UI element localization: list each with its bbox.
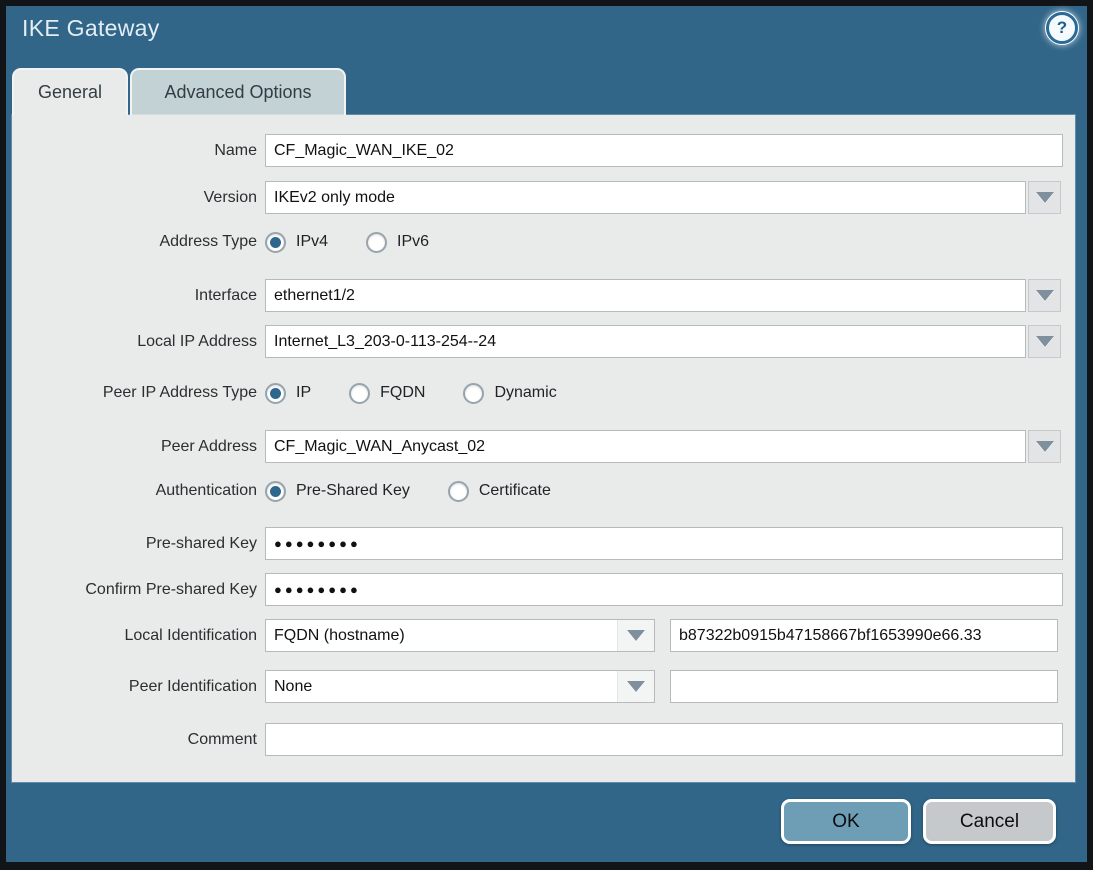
dialog-background: IKE Gateway ? General Advanced Options N… — [6, 6, 1087, 862]
tab-advanced-options[interactable]: Advanced Options — [130, 68, 346, 115]
radio-ip[interactable]: IP — [265, 383, 311, 404]
radio-selected-icon[interactable] — [265, 383, 286, 404]
radio-label: FQDN — [380, 384, 425, 402]
peer-id-value-input[interactable] — [670, 670, 1058, 703]
form-row-comment: Comment — [12, 723, 1075, 756]
local-id-value-input[interactable] — [670, 619, 1058, 652]
comment-input[interactable] — [265, 723, 1063, 756]
version-select — [265, 181, 1061, 214]
form-row-name: Name — [12, 134, 1075, 167]
radio-unselected-icon[interactable] — [366, 232, 387, 253]
radio-label: IP — [296, 384, 311, 402]
dialog-title: IKE Gateway — [22, 15, 160, 42]
confirm-psk-input[interactable] — [265, 573, 1063, 606]
version-input[interactable] — [265, 181, 1026, 214]
radio-ipv4[interactable]: IPv4 — [265, 232, 328, 253]
radio-label: IPv6 — [397, 233, 429, 251]
version-label: Version — [12, 189, 265, 207]
comment-label: Comment — [12, 731, 265, 749]
interface-input[interactable] — [265, 279, 1026, 312]
form-row-local-ip: Local IP Address — [12, 325, 1075, 358]
help-icon[interactable]: ? — [1045, 11, 1079, 45]
tab-general[interactable]: General — [12, 68, 128, 115]
authentication-label: Authentication — [12, 482, 265, 500]
form-row-address-type: Address Type IPv4 IPv6 — [12, 227, 1075, 257]
form-row-peer-address: Peer Address — [12, 430, 1075, 463]
radio-selected-icon[interactable] — [265, 232, 286, 253]
general-tab-panel: Name Version Address Type IPv4 — [12, 115, 1075, 782]
name-label: Name — [12, 142, 265, 160]
ok-button[interactable]: OK — [781, 799, 911, 844]
radio-pre-shared-key[interactable]: Pre-Shared Key — [265, 481, 410, 502]
chevron-down-icon[interactable] — [1028, 279, 1061, 312]
peer-id-type-select — [265, 670, 655, 703]
radio-label: Pre-Shared Key — [296, 482, 410, 500]
form-row-peer-ip-type: Peer IP Address Type IP FQDN Dynamic — [12, 378, 1075, 408]
chevron-down-icon[interactable] — [617, 620, 654, 651]
chevron-down-icon[interactable] — [1028, 325, 1061, 358]
cancel-button[interactable]: Cancel — [923, 799, 1056, 844]
radio-dynamic[interactable]: Dynamic — [463, 383, 556, 404]
name-input[interactable] — [265, 134, 1063, 167]
ike-gateway-dialog: IKE Gateway ? General Advanced Options N… — [0, 0, 1093, 870]
local-ip-select — [265, 325, 1061, 358]
radio-unselected-icon[interactable] — [463, 383, 484, 404]
chevron-down-icon[interactable] — [617, 671, 654, 702]
interface-label: Interface — [12, 287, 265, 305]
address-type-label: Address Type — [12, 233, 265, 251]
local-ip-label: Local IP Address — [12, 333, 265, 351]
radio-selected-icon[interactable] — [265, 481, 286, 502]
chevron-down-icon[interactable] — [1028, 430, 1061, 463]
radio-fqdn[interactable]: FQDN — [349, 383, 425, 404]
peer-ip-type-options: IP FQDN Dynamic — [265, 383, 557, 404]
form-row-authentication: Authentication Pre-Shared Key Certificat… — [12, 476, 1075, 506]
local-id-type-input[interactable] — [266, 620, 617, 651]
peer-address-label: Peer Address — [12, 438, 265, 456]
psk-label: Pre-shared Key — [12, 535, 265, 553]
form-row-peer-id: Peer Identification — [12, 670, 1075, 703]
confirm-psk-label: Confirm Pre-shared Key — [12, 581, 265, 599]
question-mark-glyph: ? — [1046, 12, 1078, 44]
form-row-psk: Pre-shared Key — [12, 527, 1075, 560]
form-row-confirm-psk: Confirm Pre-shared Key — [12, 573, 1075, 606]
radio-label: Dynamic — [494, 384, 556, 402]
radio-label: Certificate — [479, 482, 551, 500]
local-ip-input[interactable] — [265, 325, 1026, 358]
radio-label: IPv4 — [296, 233, 328, 251]
chevron-down-icon[interactable] — [1028, 181, 1061, 214]
address-type-options: IPv4 IPv6 — [265, 232, 429, 253]
peer-address-select — [265, 430, 1061, 463]
radio-unselected-icon[interactable] — [349, 383, 370, 404]
form-row-version: Version — [12, 181, 1075, 214]
interface-select — [265, 279, 1061, 312]
radio-certificate[interactable]: Certificate — [448, 481, 551, 502]
peer-id-label: Peer Identification — [12, 678, 265, 696]
psk-input[interactable] — [265, 527, 1063, 560]
local-id-label: Local Identification — [12, 627, 265, 645]
peer-id-type-input[interactable] — [266, 671, 617, 702]
authentication-options: Pre-Shared Key Certificate — [265, 481, 551, 502]
radio-ipv6[interactable]: IPv6 — [366, 232, 429, 253]
form-row-interface: Interface — [12, 279, 1075, 312]
local-id-type-select — [265, 619, 655, 652]
radio-unselected-icon[interactable] — [448, 481, 469, 502]
peer-ip-type-label: Peer IP Address Type — [12, 384, 265, 402]
peer-address-input[interactable] — [265, 430, 1026, 463]
form-row-local-id: Local Identification — [12, 619, 1075, 652]
